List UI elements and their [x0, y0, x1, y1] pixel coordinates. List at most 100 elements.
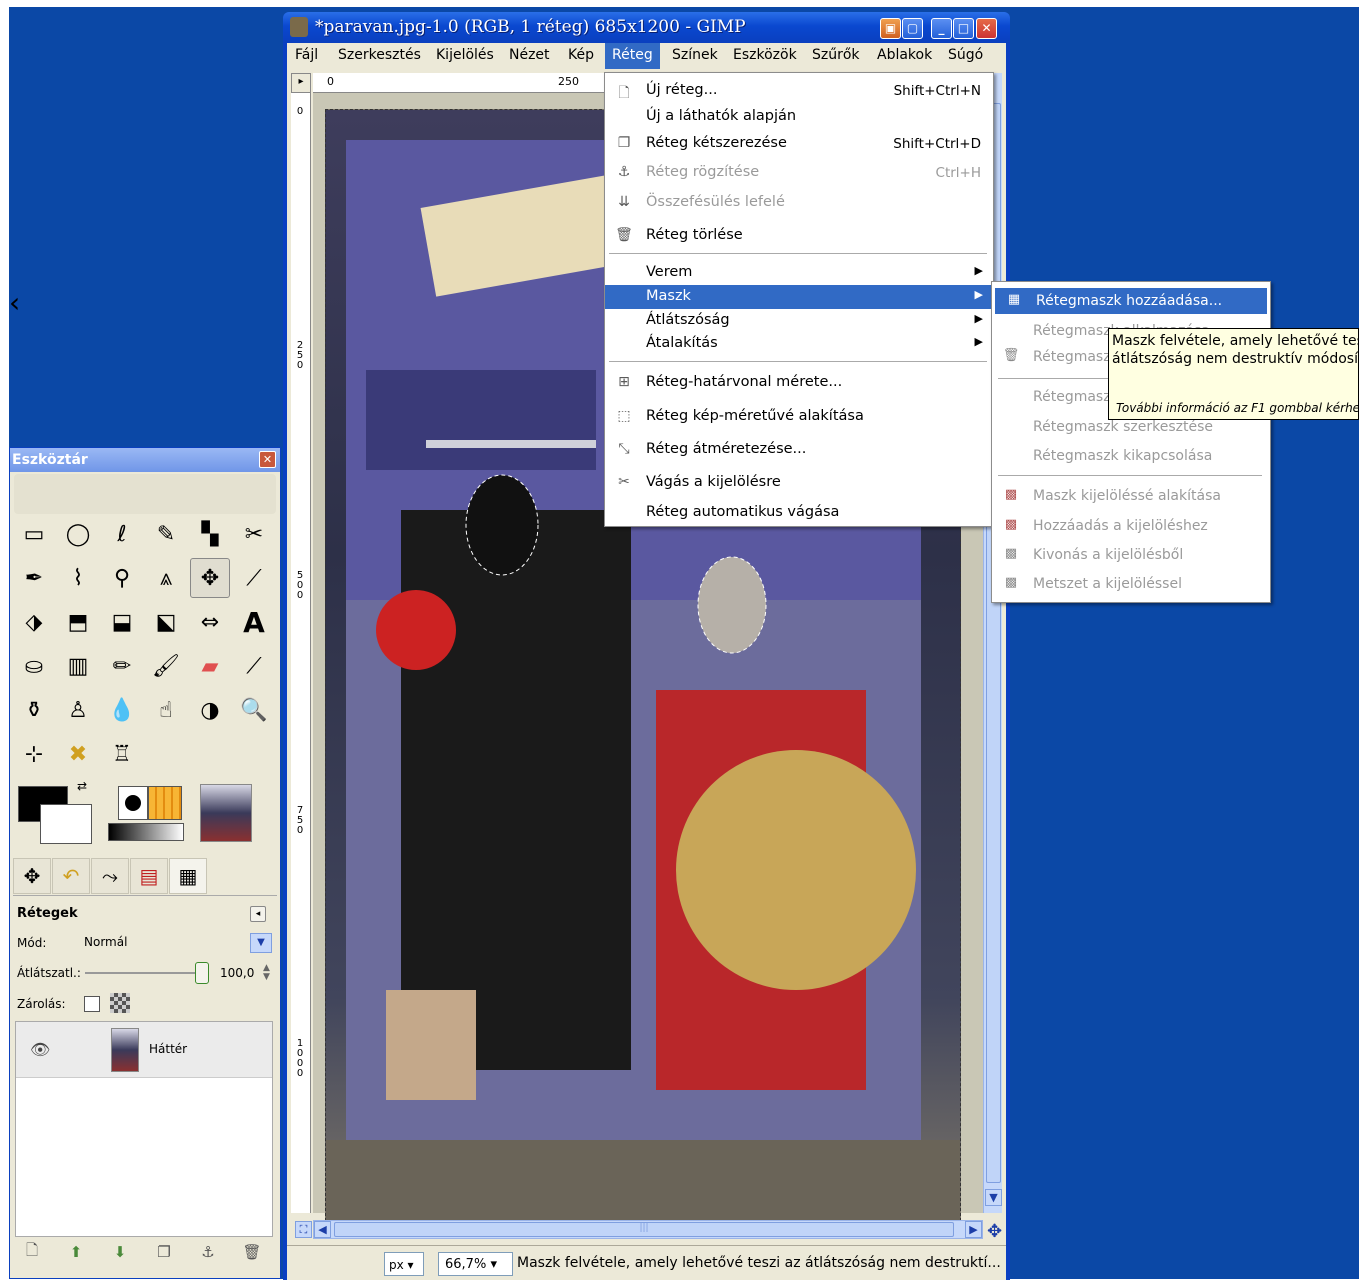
- vertical-ruler[interactable]: 0 250 500 750 1000: [291, 93, 311, 1213]
- paths-icon[interactable]: ✒: [14, 558, 54, 598]
- mode-dropdown[interactable]: Normál: [72, 932, 274, 954]
- close-icon[interactable]: ✕: [259, 451, 276, 468]
- gradient-preview[interactable]: [108, 823, 184, 841]
- clone-icon[interactable]: ♙: [58, 690, 98, 730]
- menu-view[interactable]: Nézet: [509, 47, 550, 63]
- menu-item-add-to-selection[interactable]: ▩ Hozzáadás a kijelöléshez: [992, 513, 1270, 539]
- menu-filters[interactable]: Szűrők: [812, 47, 860, 63]
- lower-layer-icon[interactable]: ⬇: [106, 1240, 134, 1264]
- menu-select[interactable]: Kijelölés: [436, 47, 494, 63]
- layer-name[interactable]: Háttér: [149, 1042, 187, 1056]
- zoom-icon[interactable]: ⚲: [102, 558, 142, 598]
- pattern-preview[interactable]: [148, 786, 182, 820]
- menu-item-layer-boundary-size[interactable]: ⊞ Réteg-határvonal mérete...: [605, 371, 993, 395]
- menu-layer[interactable]: Réteg: [605, 43, 660, 69]
- lock-alpha-icon[interactable]: [110, 993, 130, 1013]
- menu-edit[interactable]: Szerkesztés: [338, 47, 421, 63]
- brush-preview[interactable]: [118, 786, 148, 820]
- menu-file[interactable]: Fájl: [295, 47, 318, 63]
- shear-icon[interactable]: ⬕: [146, 602, 186, 642]
- navigate-icon[interactable]: ✥: [987, 1221, 1002, 1242]
- bucket-fill-icon[interactable]: ⛀: [14, 646, 54, 686]
- scroll-left-icon[interactable]: ◀: [314, 1221, 331, 1238]
- menu-windows[interactable]: Ablakok: [877, 47, 932, 63]
- rotate-icon[interactable]: ⬒: [58, 602, 98, 642]
- measure-icon[interactable]: ⩓: [146, 558, 186, 598]
- free-select-icon[interactable]: ℓ: [102, 514, 142, 554]
- delete-layer-icon[interactable]: 🗑: [238, 1240, 266, 1264]
- menu-item-intersect-with-selection[interactable]: ▩ Metszet a kijelöléssel: [992, 571, 1270, 597]
- paths-tab[interactable]: ⤳: [91, 858, 129, 894]
- smudge-icon[interactable]: ☝: [146, 690, 186, 730]
- menu-item-duplicate-layer[interactable]: ❐ Réteg kétszerezése Shift+Ctrl+D: [605, 132, 993, 156]
- opacity-slider-handle[interactable]: [195, 962, 209, 984]
- eraser-icon[interactable]: ▰: [190, 646, 230, 686]
- background-color-swatch[interactable]: [40, 804, 92, 844]
- menu-tools[interactable]: Eszközök: [733, 47, 797, 63]
- paintbrush-icon[interactable]: 🖌: [146, 646, 186, 686]
- menu-item-new-layer[interactable]: 🗋 Új réteg... Shift+Ctrl+N: [605, 79, 993, 103]
- scroll-thumb[interactable]: |||: [334, 1222, 954, 1237]
- ink-icon[interactable]: ⚱: [14, 690, 54, 730]
- menu-item-stack[interactable]: Verem ▶: [605, 261, 993, 285]
- airbrush-icon[interactable]: ⟋: [234, 646, 274, 686]
- zoom-to-fit-icon[interactable]: ⛶: [295, 1221, 312, 1238]
- cage-transform-icon[interactable]: ⊹: [14, 734, 54, 774]
- menu-item-mask[interactable]: Maszk ▶: [605, 285, 993, 309]
- menu-item-anchor-layer[interactable]: ⚓ Réteg rögzítése Ctrl+H: [605, 161, 993, 185]
- menu-item-add-layer-mask[interactable]: ▦ Rétegmaszk hozzáadása...: [995, 288, 1267, 314]
- scale-icon[interactable]: ⬓: [102, 602, 142, 642]
- menu-item-transparency[interactable]: Átlátszóság ▶: [605, 309, 993, 333]
- blend-icon[interactable]: ▥: [58, 646, 98, 686]
- text-icon[interactable]: A: [234, 602, 274, 642]
- magnify-icon[interactable]: 🔍: [234, 690, 274, 730]
- quick-mask-toggle[interactable]: ▸: [291, 73, 311, 93]
- pencil-icon[interactable]: ✏: [102, 646, 142, 686]
- close-button[interactable]: ✕: [976, 18, 997, 39]
- color-select-icon[interactable]: ▚: [190, 514, 230, 554]
- swap-colors-icon[interactable]: ⇄: [72, 776, 92, 796]
- opacity-value[interactable]: 100,0: [220, 966, 254, 980]
- menu-item-mask-to-selection[interactable]: ▩ Maszk kijelöléssé alakítása: [992, 483, 1270, 509]
- chevron-down-icon[interactable]: ▼: [250, 933, 272, 953]
- title-bar[interactable]: *paravan.jpg-1.0 (RGB, 1 réteg) 685x1200…: [283, 12, 1010, 43]
- align-icon[interactable]: ⟋: [234, 558, 274, 598]
- rect-select-icon[interactable]: ▭: [14, 514, 54, 554]
- menu-item-merge-down[interactable]: ⇊ Összefésülés lefelé: [605, 191, 993, 215]
- menu-item-scale-layer[interactable]: ⤡ Réteg átméretezése...: [605, 438, 993, 462]
- scissors-icon[interactable]: ✂: [234, 514, 274, 554]
- dodge-burn-icon[interactable]: ◑: [190, 690, 230, 730]
- raise-layer-icon[interactable]: ⬆: [62, 1240, 90, 1264]
- new-layer-icon[interactable]: 🗋: [18, 1240, 46, 1264]
- restore-icon[interactable]: ▢: [902, 18, 923, 39]
- menu-item-new-from-visible[interactable]: Új a láthatók alapján: [605, 105, 993, 129]
- active-image-preview[interactable]: [200, 784, 252, 842]
- maximize-button[interactable]: □: [953, 18, 974, 39]
- menu-item-layer-to-image-size[interactable]: ⬚ Réteg kép-méretűvé alakítása: [605, 405, 993, 429]
- menu-image[interactable]: Kép: [568, 47, 594, 63]
- menu-item-transform[interactable]: Átalakítás ▶: [605, 332, 993, 356]
- zoom-selector[interactable]: 66,7% ▾: [438, 1252, 513, 1276]
- menu-item-delete-layer[interactable]: 🗑 Réteg törlése: [605, 224, 993, 248]
- panel-menu-icon[interactable]: ◂: [250, 906, 266, 922]
- lock-pixels-checkbox[interactable]: [84, 996, 100, 1012]
- menu-colors[interactable]: Színek: [672, 47, 718, 63]
- tool-options-tab[interactable]: ✥: [13, 858, 51, 894]
- duplicate-layer-icon[interactable]: ❐: [150, 1240, 178, 1264]
- horizontal-scrollbar[interactable]: ◀ ||| ▶: [313, 1220, 983, 1239]
- menu-item-crop-to-selection[interactable]: ✂ Vágás a kijelölésre: [605, 471, 993, 495]
- layer-row[interactable]: 👁 Háttér: [16, 1022, 272, 1078]
- undo-history-tab[interactable]: ↶: [52, 858, 90, 894]
- anchor-icon[interactable]: ⚓: [194, 1240, 222, 1264]
- channels-tab[interactable]: ▤: [130, 858, 168, 894]
- toolbox-title[interactable]: Eszköztár ✕: [10, 448, 280, 472]
- heal-icon[interactable]: ✖: [58, 734, 98, 774]
- move-icon[interactable]: ✥: [190, 558, 230, 598]
- fuzzy-select-icon[interactable]: ✎: [146, 514, 186, 554]
- scroll-right-icon[interactable]: ▶: [965, 1221, 982, 1238]
- menu-detach-icon[interactable]: ▣: [880, 18, 901, 39]
- unit-selector[interactable]: px ▾: [384, 1252, 424, 1276]
- menu-item-disable-layer-mask[interactable]: Rétegmaszk kikapcsolása: [992, 443, 1270, 469]
- menu-item-subtract-from-selection[interactable]: ▩ Kivonás a kijelölésből: [992, 542, 1270, 568]
- spin-arrows-icon[interactable]: ▲ ▼: [263, 964, 270, 982]
